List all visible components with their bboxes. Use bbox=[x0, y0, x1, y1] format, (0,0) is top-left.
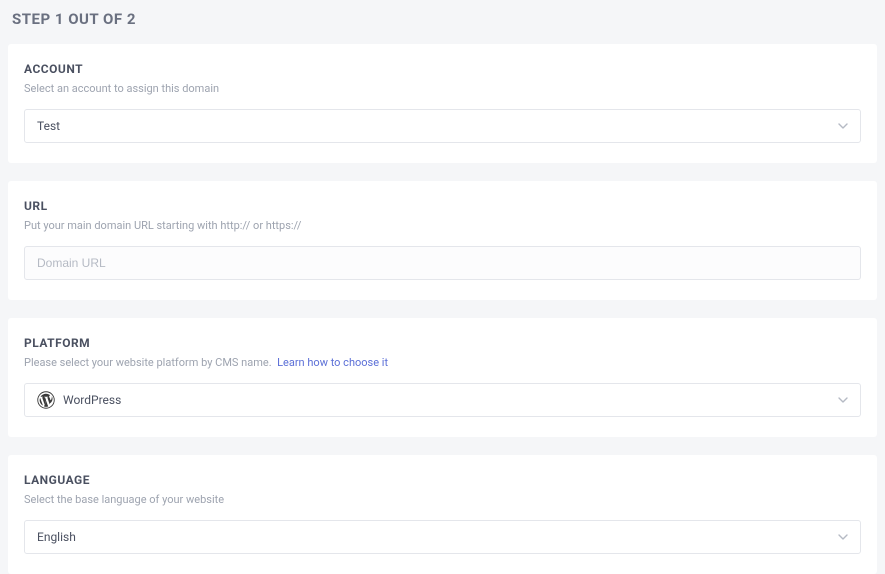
chevron-down-icon bbox=[838, 395, 848, 405]
platform-hint: Please select your website platform by C… bbox=[24, 356, 861, 369]
url-hint: Put your main domain URL starting with h… bbox=[24, 219, 861, 232]
platform-learn-link[interactable]: Learn how to choose it bbox=[277, 356, 388, 369]
chevron-down-icon bbox=[838, 532, 848, 542]
step-title: STEP 1 OUT OF 2 bbox=[12, 10, 877, 28]
language-select-value: English bbox=[37, 530, 838, 544]
chevron-down-icon bbox=[838, 121, 848, 131]
platform-select-value: WordPress bbox=[63, 393, 838, 407]
platform-card: PLATFORM Please select your website plat… bbox=[8, 318, 877, 437]
language-select[interactable]: English bbox=[24, 520, 861, 554]
language-hint: Select the base language of your website bbox=[24, 493, 861, 506]
platform-label: PLATFORM bbox=[24, 336, 861, 350]
platform-select[interactable]: WordPress bbox=[24, 383, 861, 417]
url-card: URL Put your main domain URL starting wi… bbox=[8, 181, 877, 300]
url-label: URL bbox=[24, 199, 861, 213]
wordpress-icon bbox=[37, 391, 55, 409]
url-input[interactable] bbox=[24, 246, 861, 280]
account-card: ACCOUNT Select an account to assign this… bbox=[8, 44, 877, 163]
language-card: LANGUAGE Select the base language of you… bbox=[8, 455, 877, 574]
language-label: LANGUAGE bbox=[24, 473, 861, 487]
account-select-value: Test bbox=[37, 119, 838, 133]
account-label: ACCOUNT bbox=[24, 62, 861, 76]
account-hint: Select an account to assign this domain bbox=[24, 82, 861, 95]
platform-hint-text: Please select your website platform by C… bbox=[24, 356, 272, 369]
account-select[interactable]: Test bbox=[24, 109, 861, 143]
